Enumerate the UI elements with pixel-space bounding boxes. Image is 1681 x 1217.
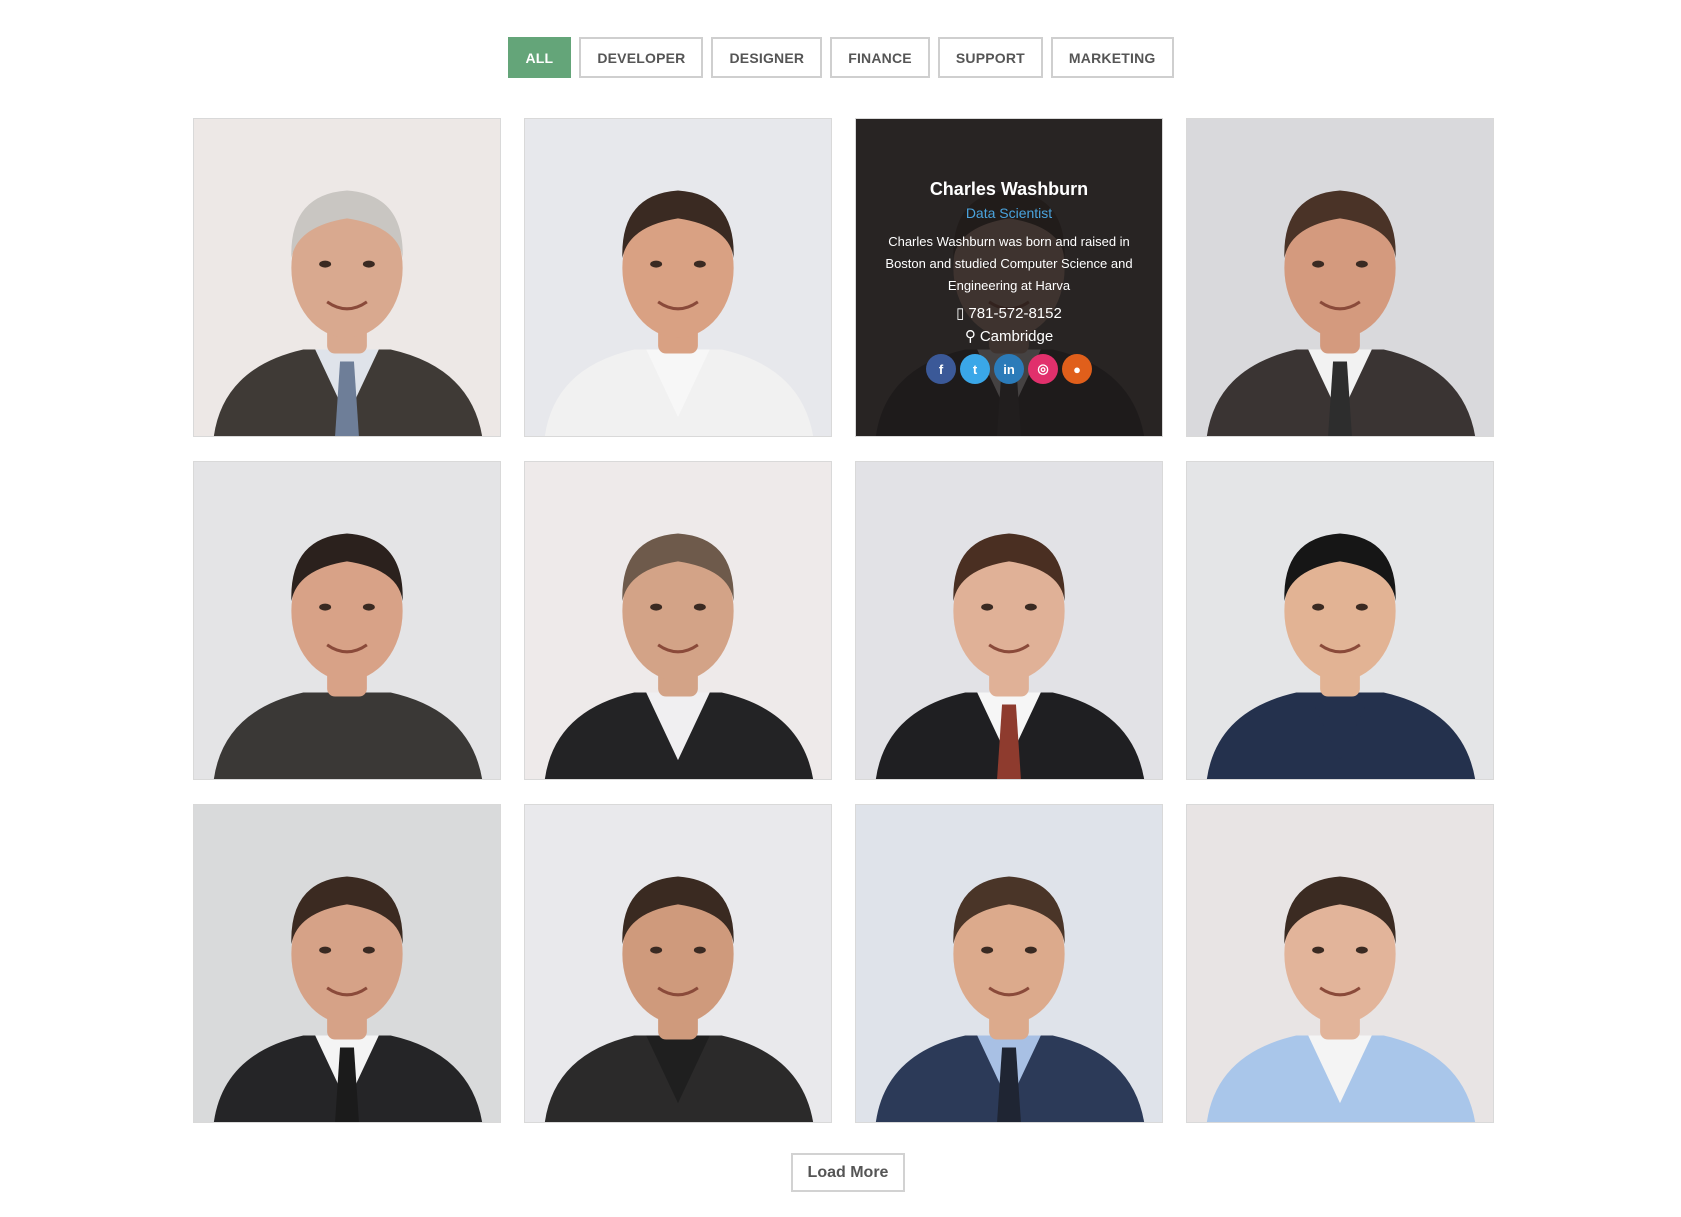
github-icon[interactable]: ● bbox=[1062, 354, 1092, 384]
social-links: f t in ◎ ● bbox=[872, 354, 1146, 384]
load-more-button[interactable]: Load More bbox=[791, 1153, 905, 1192]
portrait-photo bbox=[194, 805, 500, 1122]
portrait-photo bbox=[525, 119, 831, 436]
team-member-card[interactable] bbox=[193, 118, 501, 437]
member-role: Data Scientist bbox=[965, 205, 1053, 221]
filter-all-button[interactable]: ALL bbox=[507, 37, 572, 78]
portrait-photo bbox=[1187, 119, 1493, 436]
portrait-photo bbox=[856, 462, 1162, 779]
member-bio: Charles Washburn was born and raised in … bbox=[885, 234, 1133, 293]
team-grid: Charles Washburn Data Scientist Charles … bbox=[193, 118, 1494, 1123]
portrait-photo bbox=[1187, 462, 1493, 779]
portrait-photo bbox=[856, 805, 1162, 1122]
team-member-card[interactable] bbox=[524, 804, 832, 1123]
portrait-photo bbox=[525, 462, 831, 779]
twitter-icon[interactable]: t bbox=[960, 354, 990, 384]
member-name: Charles Washburn bbox=[929, 179, 1089, 199]
member-phone: ▯ 781-572-8152 bbox=[872, 302, 1146, 325]
portrait-photo bbox=[194, 119, 500, 436]
team-page: ALL DEVELOPER DESIGNER FINANCE SUPPORT M… bbox=[0, 0, 1681, 1217]
linkedin-icon[interactable]: in bbox=[994, 354, 1024, 384]
portrait-photo bbox=[1187, 805, 1493, 1122]
facebook-icon[interactable]: f bbox=[926, 354, 956, 384]
team-member-card[interactable] bbox=[193, 461, 501, 780]
instagram-icon[interactable]: ◎ bbox=[1028, 354, 1058, 384]
filter-finance-button[interactable]: FINANCE bbox=[830, 37, 930, 78]
portrait-photo bbox=[194, 462, 500, 779]
phone-icon: ▯ bbox=[956, 305, 965, 322]
member-location: ⚲ Cambridge bbox=[872, 325, 1146, 348]
member-details-overlay: Charles Washburn Data Scientist Charles … bbox=[856, 119, 1162, 436]
portrait-photo bbox=[525, 805, 831, 1122]
filter-marketing-button[interactable]: MARKETING bbox=[1050, 37, 1174, 78]
team-member-card[interactable] bbox=[524, 461, 832, 780]
team-member-card[interactable] bbox=[193, 804, 501, 1123]
member-phone-text: 781-572-8152 bbox=[968, 305, 1062, 322]
team-member-card[interactable] bbox=[855, 461, 1163, 780]
team-member-card[interactable] bbox=[1186, 461, 1494, 780]
filter-designer-button[interactable]: DESIGNER bbox=[711, 37, 823, 78]
filter-support-button[interactable]: SUPPORT bbox=[937, 37, 1043, 78]
team-member-card[interactable] bbox=[524, 118, 832, 437]
team-member-card[interactable] bbox=[855, 804, 1163, 1123]
team-member-card[interactable] bbox=[1186, 804, 1494, 1123]
map-marker-icon: ⚲ bbox=[964, 328, 976, 345]
filter-developer-button[interactable]: DEVELOPER bbox=[579, 37, 704, 78]
member-location-text: Cambridge bbox=[979, 328, 1054, 345]
team-member-card[interactable] bbox=[1186, 118, 1494, 437]
team-member-card[interactable]: Charles Washburn Data Scientist Charles … bbox=[855, 118, 1163, 437]
filter-bar: ALL DEVELOPER DESIGNER FINANCE SUPPORT M… bbox=[0, 37, 1681, 78]
